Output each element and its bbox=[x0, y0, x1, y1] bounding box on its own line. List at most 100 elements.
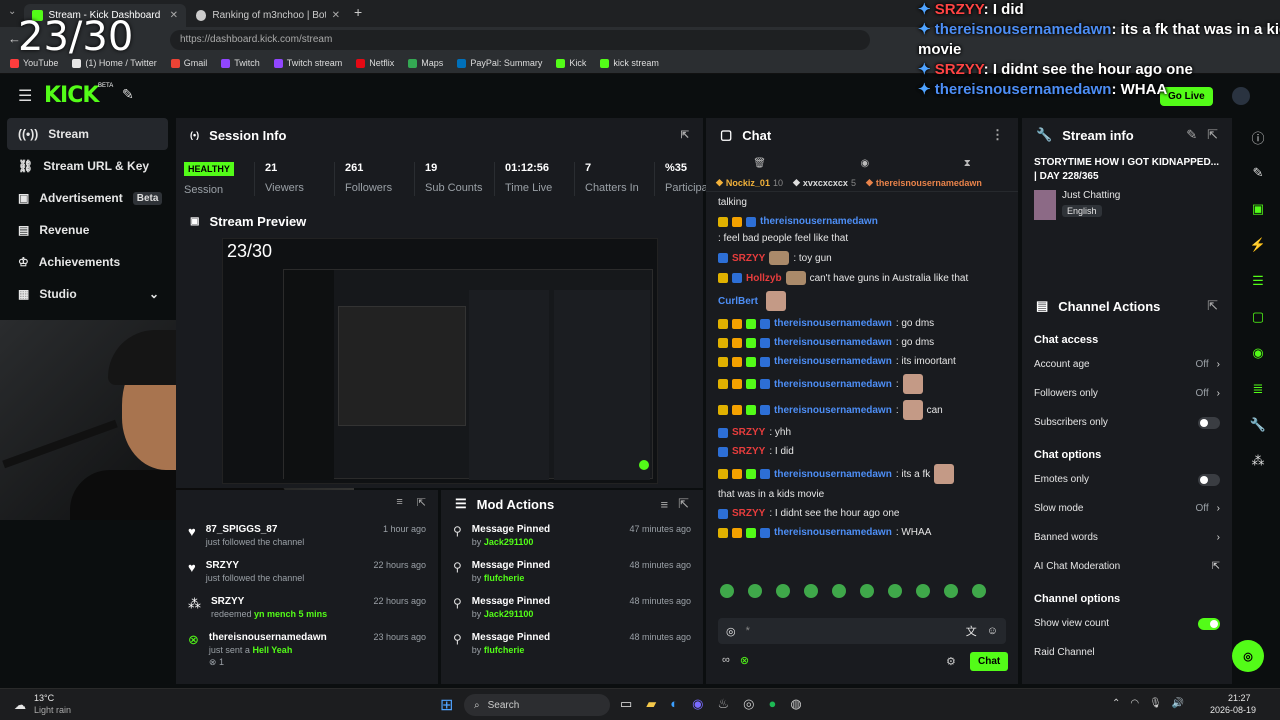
bookmark-item[interactable]: Netflix bbox=[356, 58, 394, 68]
chevron-right-icon[interactable]: › bbox=[1217, 532, 1220, 543]
bookmark-item[interactable]: Gmail bbox=[170, 58, 207, 68]
top-gifter[interactable]: ◆ xvxcxcxcx 5 bbox=[793, 177, 856, 188]
pin-icon[interactable]: ✎ bbox=[122, 86, 134, 103]
mic-icon[interactable]: 🎙 bbox=[1149, 698, 1162, 709]
chat-message[interactable]: SRZYY: yhh bbox=[718, 426, 1006, 439]
wrench-icon[interactable]: 🔧 bbox=[1243, 410, 1273, 440]
quick-emote-icon[interactable] bbox=[720, 584, 734, 598]
mod-action-item[interactable]: ⚲ Message Pinned by flufcherie 48 minutes a… bbox=[441, 626, 703, 662]
chat-message[interactable]: talking bbox=[718, 196, 1006, 209]
chat-message[interactable]: thereisnousernamedawn: go dms bbox=[718, 336, 1006, 349]
chevron-right-icon[interactable]: › bbox=[1217, 388, 1220, 399]
quick-emote-icon[interactable] bbox=[972, 584, 986, 598]
stream-preview-video[interactable]: 23/30 bbox=[222, 238, 658, 484]
chat-username[interactable]: Hollzyb bbox=[746, 272, 782, 285]
translate-icon[interactable]: 文 bbox=[966, 623, 977, 639]
chat-message[interactable]: thereisnousernamedawn: bbox=[718, 374, 1006, 394]
layers-icon[interactable]: ≣ bbox=[1243, 374, 1273, 404]
channel-option-row[interactable]: Banned words › bbox=[1022, 523, 1232, 552]
message-icon[interactable]: ◉ bbox=[860, 158, 869, 169]
taskbar-search[interactable]: ⌕ Search bbox=[464, 694, 610, 716]
toggle-switch[interactable] bbox=[1198, 473, 1220, 486]
top-gifter[interactable]: ◆ thereisnousernamedawn bbox=[866, 177, 985, 188]
chat-message[interactable]: thereisnousernamedawn: feel bad people f… bbox=[718, 215, 1006, 245]
clock-date[interactable]: 2026-08-19 bbox=[1210, 705, 1256, 715]
external-link-icon[interactable]: ⇱ bbox=[1212, 561, 1220, 572]
tray-chevron-icon[interactable]: ⌃ bbox=[1112, 698, 1120, 709]
chat-icon[interactable]: ▢ bbox=[1243, 302, 1273, 332]
obs-icon[interactable]: ◍ bbox=[790, 696, 801, 712]
kick-logo[interactable]: KICK bbox=[44, 83, 99, 108]
volume-icon[interactable]: 🔊 bbox=[1172, 698, 1184, 709]
expand-icon[interactable]: ⇱ bbox=[681, 130, 689, 141]
spotify-icon[interactable]: ● bbox=[769, 696, 777, 712]
chat-message[interactable]: Hollzyb can't have guns in Australia like… bbox=[718, 271, 1006, 285]
sidebar-item-advertisement[interactable]: ▣ Advertisement Beta bbox=[0, 182, 175, 214]
quick-emote-icon[interactable] bbox=[916, 584, 930, 598]
quick-emote-icon[interactable] bbox=[944, 584, 958, 598]
chat-username[interactable]: thereisnousernamedawn bbox=[774, 468, 892, 481]
chat-username[interactable]: SRZYY bbox=[732, 445, 765, 458]
toggle-switch[interactable] bbox=[1198, 416, 1220, 429]
mod-action-item[interactable]: ⚲ Message Pinned by Jack291100 47 minutes a… bbox=[441, 518, 703, 554]
quick-emote-icon[interactable] bbox=[860, 584, 874, 598]
wifi-icon[interactable]: ◠ bbox=[1130, 698, 1139, 709]
chat-message[interactable]: SRZYY: I didnt see the hour ago one bbox=[718, 507, 1006, 520]
emoji-picker-icon[interactable]: ◎ bbox=[726, 625, 736, 638]
chat-message[interactable]: thereisnousernamedawn: its a fk that was … bbox=[718, 464, 1006, 501]
chat-message[interactable]: thereisnousernamedawn: can bbox=[718, 400, 1006, 420]
category-name[interactable]: Just Chatting bbox=[1062, 190, 1120, 201]
quick-emote-icon[interactable] bbox=[888, 584, 902, 598]
points-icon[interactable]: ∞ bbox=[722, 654, 730, 667]
filter-icon[interactable]: ≡ bbox=[661, 497, 669, 512]
chat-message[interactable]: thereisnousernamedawn: go dms bbox=[718, 317, 1006, 330]
channel-option-row[interactable]: Slow mode Off › bbox=[1022, 494, 1232, 523]
windows-start-icon[interactable]: ⊞ bbox=[440, 695, 453, 715]
broadcast-icon[interactable]: ◉ bbox=[1243, 338, 1273, 368]
expand-icon[interactable]: ⇱ bbox=[1207, 127, 1218, 143]
lightning-icon[interactable]: ⚡ bbox=[1243, 230, 1273, 260]
floating-support-button[interactable]: ◎ bbox=[1232, 640, 1264, 672]
close-tab-icon[interactable]: ✕ bbox=[170, 10, 178, 21]
quick-emote-icon[interactable] bbox=[804, 584, 818, 598]
smiley-icon[interactable]: ☺ bbox=[987, 625, 998, 637]
file-explorer-icon[interactable]: ▰ bbox=[646, 696, 656, 712]
mod-action-item[interactable]: ⚲ Message Pinned by flufcherie 48 minutes a… bbox=[441, 554, 703, 590]
chat-message[interactable]: CurlBert bbox=[718, 291, 1006, 311]
chat-username[interactable]: thereisnousernamedawn bbox=[774, 317, 892, 330]
expand-icon[interactable]: ⇱ bbox=[1207, 298, 1218, 314]
trash-icon[interactable]: 🗑 bbox=[753, 158, 766, 169]
activity-item[interactable]: ⊗ thereisnousernamedawn just sent a Hell Y… bbox=[176, 626, 438, 667]
bookmark-item[interactable]: Maps bbox=[408, 58, 443, 68]
channel-option-row[interactable]: Followers only Off › bbox=[1022, 379, 1232, 408]
mod-action-item[interactable]: ⚲ Message Pinned by Jack291100 48 minutes a… bbox=[441, 590, 703, 626]
list-icon[interactable]: ☰ bbox=[1243, 266, 1273, 296]
bookmark-item[interactable]: kick stream bbox=[600, 58, 659, 68]
hourglass-icon[interactable]: ⧗ bbox=[964, 158, 971, 169]
channel-option-row[interactable]: Subscribers only bbox=[1022, 408, 1232, 437]
bookmark-item[interactable]: Twitch bbox=[221, 58, 260, 68]
quick-emote-icon[interactable] bbox=[832, 584, 846, 598]
activity-item[interactable]: ♥ 87_SPIGGS_87 just followed the channel 1 … bbox=[176, 518, 438, 554]
chat-username[interactable]: SRZYY bbox=[732, 507, 765, 520]
channel-option-row[interactable]: Emotes only bbox=[1022, 465, 1232, 494]
edge-icon[interactable]: ◐ bbox=[670, 696, 678, 712]
chat-username[interactable]: CurlBert bbox=[718, 295, 758, 308]
expand-icon[interactable]: ⇱ bbox=[678, 496, 689, 512]
filter-icon[interactable]: ≡ bbox=[396, 496, 402, 512]
bookmark-item[interactable]: PayPal: Summary bbox=[457, 58, 542, 68]
moderator-name[interactable]: flufcherie bbox=[484, 645, 525, 655]
chat-username[interactable]: thereisnousernamedawn bbox=[774, 404, 892, 417]
moderator-name[interactable]: Jack291100 bbox=[484, 537, 534, 547]
task-view-icon[interactable]: ▭ bbox=[620, 696, 632, 712]
chevron-right-icon[interactable]: › bbox=[1217, 359, 1220, 370]
channel-option-row[interactable]: Account age Off › bbox=[1022, 350, 1232, 379]
menu-hamburger-icon[interactable]: ☰ bbox=[18, 86, 32, 106]
new-tab-icon[interactable]: + bbox=[354, 4, 362, 20]
chat-username[interactable]: thereisnousernamedawn bbox=[774, 526, 892, 539]
weather-temp[interactable]: 13°C bbox=[34, 693, 54, 703]
sidebar-item-revenue[interactable]: ▤ Revenue bbox=[0, 214, 175, 246]
kick-coin-icon[interactable]: ⊗ bbox=[740, 654, 749, 667]
sidebar-item-stream-url-key[interactable]: ⛓ Stream URL & Key bbox=[0, 150, 175, 182]
edit-pencil-icon[interactable]: ✎ bbox=[1186, 127, 1197, 143]
